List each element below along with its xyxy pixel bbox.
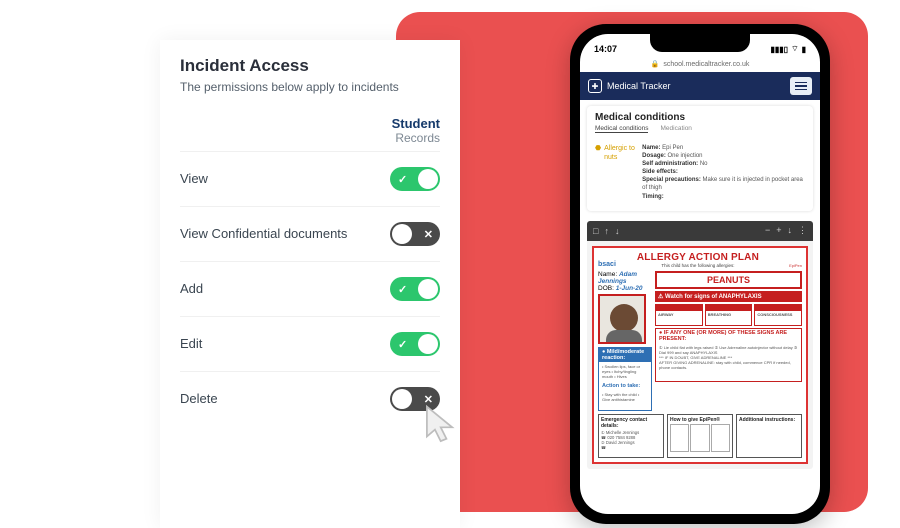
- allergen-box: PEANUTS: [655, 271, 802, 289]
- toggle-edit[interactable]: ✓: [390, 332, 440, 356]
- mild-header: ● Mild/moderate reaction:: [599, 348, 651, 362]
- allergy-action-plan: bsaci ALLERGY ACTION PLAN This child has…: [592, 246, 808, 464]
- tab-medical-conditions[interactable]: Medical conditions: [595, 125, 648, 133]
- incident-access-panel: Incident Access The permissions below ap…: [160, 40, 460, 528]
- menu-button[interactable]: [790, 77, 812, 95]
- toggle-knob: [418, 334, 438, 354]
- phone-notch: [650, 34, 750, 52]
- battery-icon: ▮: [802, 45, 806, 54]
- redbox-body: ① Lie child flat with legs raised ② Use …: [656, 343, 801, 381]
- student-photo: [598, 294, 646, 344]
- phone-mockup: 14:07 ▮▮▮▯ ⌔ ▮ 🔒 school.medicaltracker.c…: [570, 24, 830, 524]
- pdf-up-icon[interactable]: ↑: [604, 226, 609, 236]
- toggle-knob: [418, 169, 438, 189]
- plan-title: ALLERGY ACTION PLAN: [616, 252, 780, 263]
- toggle-knob: [418, 279, 438, 299]
- check-icon: ✓: [398, 338, 407, 351]
- how-to-give-epipen: How to give EpiPen®: [667, 414, 733, 458]
- phone-screen: 14:07 ▮▮▮▯ ⌔ ▮ 🔒 school.medicaltracker.c…: [580, 34, 820, 514]
- perm-label: Edit: [180, 336, 202, 352]
- perm-label: Add: [180, 281, 203, 297]
- pdf-more-icon[interactable]: ⋮: [798, 225, 807, 236]
- perm-label: View: [180, 171, 208, 187]
- perm-row-add: Add ✓: [180, 261, 440, 316]
- status-time: 14:07: [594, 44, 617, 54]
- card-title: Medical conditions: [587, 106, 813, 125]
- toggle-view-confidential[interactable]: ✕: [390, 222, 440, 246]
- pdf-page: bsaci ALLERGY ACTION PLAN This child has…: [587, 241, 813, 469]
- toggle-knob: [392, 389, 412, 409]
- pdf-toolbar: □ ↑ ↓ − + ↓ ⋮: [587, 221, 813, 241]
- symptom-columns: AIRWAY BREATHING CONSCIOUSNESS: [655, 304, 802, 326]
- column-header-line1: Student: [180, 116, 440, 131]
- redbox-header: ● IF ANY ONE (OR MORE) OF THESE SIGNS AR…: [656, 329, 801, 343]
- epipen-logo: EpiPen: [780, 263, 802, 268]
- bsaci-logo: bsaci: [598, 261, 616, 268]
- address-bar[interactable]: 🔒 school.medicaltracker.co.uk: [580, 56, 820, 72]
- app-header: ✚ Medical Tracker: [580, 72, 820, 100]
- x-icon: ✕: [424, 228, 433, 241]
- mild-action-header: Action to take:: [599, 382, 651, 390]
- pdf-zoom-in-icon[interactable]: +: [776, 225, 781, 236]
- app-brand: ✚ Medical Tracker: [588, 79, 671, 93]
- card-tabs: Medical conditions Medication: [587, 125, 813, 138]
- check-icon: ✓: [398, 283, 407, 296]
- med-self-key: Self administration:: [642, 161, 698, 167]
- status-icons: ▮▮▮▯ ⌔ ▮: [770, 44, 806, 54]
- bsaci-text: bsaci: [598, 261, 616, 268]
- brand-name: Medical Tracker: [607, 81, 671, 91]
- pdf-down-icon[interactable]: ↓: [615, 226, 620, 236]
- medical-conditions-card: Medical conditions Medical conditions Me…: [587, 106, 813, 211]
- panel-subtitle: The permissions below apply to incidents: [180, 80, 440, 94]
- brand-logo-icon: ✚: [588, 79, 602, 93]
- plan-subtitle: This child has the following allergies:: [616, 263, 780, 268]
- toggle-view[interactable]: ✓: [390, 167, 440, 191]
- column-header: Student Records: [180, 116, 440, 145]
- med-dosage-val: One injection: [667, 153, 702, 159]
- emergency-contacts: Emergency contact details: ① Michelle Je…: [598, 414, 664, 458]
- perm-row-view: View ✓: [180, 151, 440, 206]
- med-prec-key: Special precautions:: [642, 177, 701, 183]
- med-name-key: Name:: [642, 145, 660, 151]
- allergy-label: Allergic to nuts: [604, 144, 636, 163]
- medication-details: ⬣ Allergic to nuts Name: Epi Pen Dosage:…: [587, 138, 813, 211]
- panel-title: Incident Access: [180, 56, 440, 76]
- perm-row-edit: Edit ✓: [180, 316, 440, 371]
- plan-name: Name: Adam Jennings: [598, 271, 652, 285]
- mild-body: • Swollen lips, face or eyes • Itchy/tin…: [599, 362, 651, 382]
- pdf-zoom-out-icon[interactable]: −: [765, 225, 770, 236]
- mild-action-body: • Stay with the child • Give antihistami…: [599, 390, 651, 410]
- tab-medication[interactable]: Medication: [660, 125, 691, 133]
- column-header-line2: Records: [180, 131, 440, 145]
- plan-bottom-row: Emergency contact details: ① Michelle Je…: [598, 414, 802, 458]
- emergency-action-box: ● IF ANY ONE (OR MORE) OF THESE SIGNS AR…: [655, 328, 802, 382]
- wifi-icon: ⌔: [791, 44, 799, 54]
- url-text: school.medicaltracker.co.uk: [663, 61, 749, 68]
- plan-dob: DOB: 1-Jun-20: [598, 285, 652, 292]
- med-self-val: No: [700, 161, 708, 167]
- allergy-badge: ⬣ Allergic to nuts: [595, 144, 636, 163]
- mild-reaction-box: ● Mild/moderate reaction: • Swollen lips…: [598, 347, 652, 411]
- pdf-download-icon[interactable]: ↓: [788, 225, 793, 236]
- toggle-knob: [392, 224, 412, 244]
- signal-icon: ▮▮▮▯: [770, 45, 788, 54]
- check-icon: ✓: [398, 173, 407, 186]
- med-dosage-key: Dosage:: [642, 153, 666, 159]
- perm-label: View Confidential documents: [180, 226, 347, 242]
- perm-row-delete: Delete ✕: [180, 371, 440, 426]
- med-fields: Name: Epi Pen Dosage: One injection Self…: [642, 144, 805, 201]
- anaphylaxis-header: ⚠ Watch for signs of ANAPHYLAXIS: [655, 291, 802, 302]
- med-timing-key: Timing:: [642, 194, 664, 200]
- pdf-thumb-icon[interactable]: □: [593, 226, 598, 236]
- lock-icon: 🔒: [651, 60, 660, 68]
- cursor-icon: [420, 402, 466, 448]
- med-side-key: Side effects:: [642, 169, 678, 175]
- additional-instructions: Additional instructions:: [736, 414, 802, 458]
- perm-label: Delete: [180, 391, 218, 407]
- shield-icon: ⬣: [595, 144, 601, 163]
- perm-row-view-confidential: View Confidential documents ✕: [180, 206, 440, 261]
- toggle-add[interactable]: ✓: [390, 277, 440, 301]
- med-name-val: Epi Pen: [662, 145, 683, 151]
